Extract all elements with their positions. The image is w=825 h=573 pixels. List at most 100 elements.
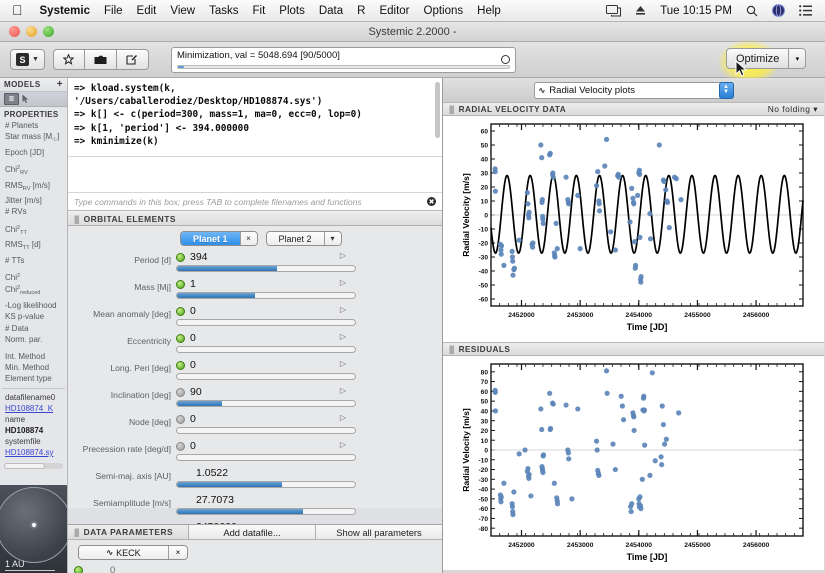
orbital-element-value[interactable]: 0 [190,305,196,317]
orbital-element-value[interactable]: 0 [190,413,196,425]
play-triangle-icon[interactable]: ▷ [340,305,346,314]
parameter-led-icon[interactable] [176,388,185,397]
menubar-clock[interactable]: Tue 10:15 PM [653,5,739,17]
orbital-element-value[interactable]: 0 [190,332,196,344]
plus-icon[interactable]: + [57,79,63,90]
menu-item-plots[interactable]: Plots [272,4,312,18]
dataset-tab-keck-label: ∿ KECK [79,546,168,559]
menu-item-edit[interactable]: Edit [130,4,164,18]
left-sidebar: MODELS + ▥ PROPERTIES # Planets Star mas… [0,78,68,573]
play-triangle-icon[interactable]: ▷ [340,413,346,422]
play-triangle-icon[interactable]: ▷ [340,386,346,395]
planet-tab-2[interactable]: Planet 2 ▾ [266,231,342,246]
meta-value-systemfile[interactable]: HD108874.sy [5,447,64,458]
menu-item-tasks[interactable]: Tasks [202,4,245,18]
optimize-dropdown-button[interactable]: ▾ [789,48,806,69]
orbital-element-slider[interactable] [176,400,356,407]
folding-dropdown[interactable]: No folding ▾ [768,104,818,114]
svg-text:-40: -40 [478,269,488,276]
orbital-element-slider[interactable] [176,292,356,299]
properties-header: PROPERTIES [0,107,67,119]
parameter-led-icon[interactable] [176,280,185,289]
orbital-element-value[interactable]: 90 [190,386,202,398]
orbital-element-slider[interactable] [176,373,356,380]
plot-type-select[interactable]: ∿ Radial Velocity plots ▲▼ [534,82,734,99]
wave-icon: ∿ [539,86,545,95]
orbital-element-slider[interactable] [176,319,356,326]
dataset-parameter-value[interactable]: 0 [110,565,115,573]
play-triangle-icon[interactable]: ▷ [340,332,346,341]
star-icon-button[interactable] [53,49,85,70]
orbital-element-value[interactable]: 27.7073 [196,494,234,506]
parameter-led-icon[interactable] [176,415,185,424]
menu-item-app-name[interactable]: Systemic [33,4,98,18]
parameter-led-icon[interactable] [176,361,185,370]
orbital-element-slider[interactable] [176,508,356,515]
play-triangle-icon[interactable]: ▷ [340,278,346,287]
stop-icon[interactable] [501,55,510,64]
planet-tab-2-dropdown[interactable]: ▾ [324,232,341,245]
menu-item-editor[interactable]: Editor [372,4,416,18]
planet-tab-1[interactable]: Planet 1 × [180,231,258,246]
orbital-element-control: ▷1 [176,277,356,299]
grip-icon[interactable]: ||| [449,104,454,114]
orbital-element-value[interactable]: 0 [190,359,196,371]
planet-tab-1-close[interactable]: × [240,232,257,245]
clear-icon[interactable]: ✖ [427,197,436,206]
systemic-menu-button[interactable]: S ▼ [10,49,45,70]
airplay-icon[interactable] [599,5,628,17]
residuals-plot[interactable]: -80-70-60-50-40-30-20-100102030405060708… [443,356,824,570]
console-panel[interactable]: => kload.system(k, '/Users/caballerodiez… [68,78,442,211]
orbital-element-value-row: 27.7073 [176,493,356,507]
menu-item-options[interactable]: Options [417,4,471,18]
sidebar-horizontal-scrollbar[interactable] [4,463,63,469]
search-icon[interactable] [739,5,765,17]
play-triangle-icon[interactable]: ▷ [340,359,346,368]
orbital-element-slider[interactable] [176,427,356,434]
orbital-element-value[interactable]: 1.0522 [196,467,228,479]
window-title-bar: Systemic 2.2000 - [0,22,825,42]
menu-item-view[interactable]: View [163,4,202,18]
parameter-led-icon[interactable] [176,334,185,343]
menu-item-help[interactable]: Help [470,4,508,18]
folder-icon-button[interactable] [85,49,117,70]
orbital-element-slider[interactable] [176,265,356,272]
model-list-item[interactable]: ▥ [0,92,67,107]
dataset-tab-keck[interactable]: ∿ KECK × [78,545,188,560]
rv-data-plot[interactable]: -60-50-40-30-20-100102030405060245200024… [443,116,824,342]
orbital-element-slider[interactable] [176,481,356,488]
siri-icon[interactable] [765,4,792,17]
console-input-row[interactable]: Type commands in this box; press TAB to … [68,192,442,210]
orbital-element-slider[interactable] [176,346,356,353]
systemic-app-window:  Systemic File Edit View Tasks Fit Plot… [0,0,825,573]
show-all-parameters-button[interactable]: Show all parameters [315,525,442,539]
menu-item-fit[interactable]: Fit [246,4,273,18]
grip-icon[interactable]: ||| [74,527,79,537]
parameter-led-icon[interactable] [176,253,185,262]
compose-icon-button[interactable] [117,49,149,70]
menu-item-file[interactable]: File [97,4,130,18]
center-column: => kload.system(k, '/Users/caballerodiez… [68,78,443,573]
orbit-viewer[interactable]: 1 AU [0,485,68,573]
menu-item-r[interactable]: R [350,4,372,18]
grip-icon[interactable]: ||| [74,214,79,224]
control-center-icon[interactable] [792,5,819,16]
stepper-icon[interactable]: ▲▼ [719,82,734,99]
meta-value-datafilename[interactable]: HD108874_K [5,403,64,414]
play-triangle-icon[interactable]: ▷ [340,440,346,449]
dataset-tab-keck-close[interactable]: × [168,546,187,559]
orbital-element-value[interactable]: 394 [190,251,208,263]
play-triangle-icon[interactable]: ▷ [340,251,346,260]
eject-icon[interactable] [628,5,653,16]
console-scrollbar[interactable] [435,82,440,138]
parameter-led-icon[interactable] [176,442,185,451]
orbital-element-slider[interactable] [176,454,356,461]
orbital-element-value[interactable]: 1 [190,278,196,290]
parameter-led-icon[interactable] [74,566,83,573]
add-datafile-button[interactable]: Add datafile... [188,525,315,539]
parameter-led-icon[interactable] [176,307,185,316]
apple-icon[interactable]:  [12,3,23,17]
orbital-element-value[interactable]: 0 [190,440,196,452]
menu-item-data[interactable]: Data [312,4,350,18]
grip-icon[interactable]: ||| [449,344,454,354]
